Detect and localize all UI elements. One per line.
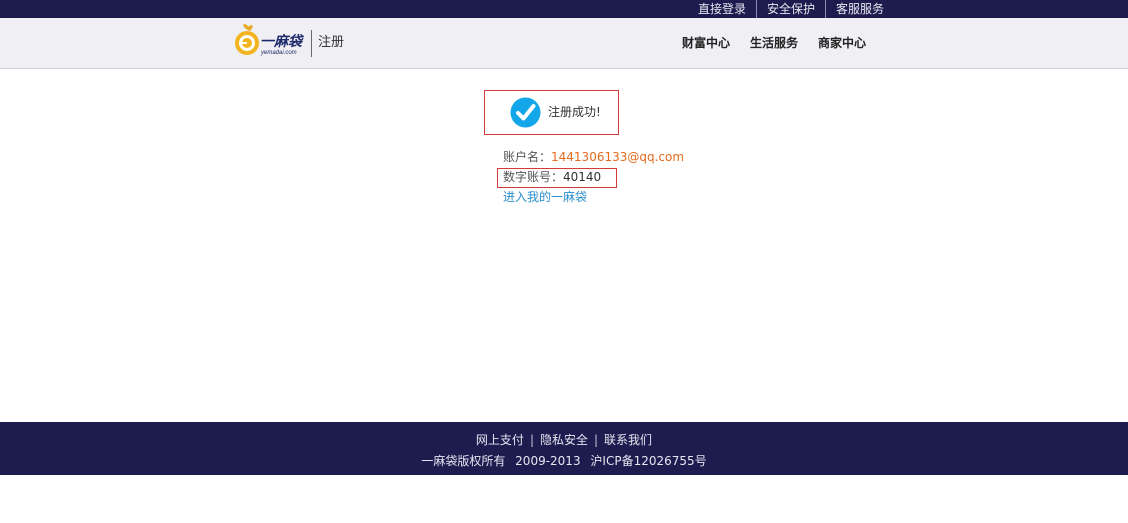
success-message-box: 注册成功! [484, 90, 619, 135]
check-circle-icon [510, 97, 541, 128]
nav-merchant-center[interactable]: 商家中心 [818, 35, 866, 51]
digital-account-value: 40140 [563, 170, 602, 184]
success-text: 注册成功! [548, 105, 601, 119]
direct-login-link[interactable]: 直接登录 [688, 0, 756, 18]
account-name-row: 账户名：1441306133@qq.com [503, 149, 684, 165]
logo-divider [311, 30, 312, 57]
top-links: 直接登录 安全保护 客服服务 [688, 0, 894, 18]
security-link[interactable]: 安全保护 [755, 0, 825, 18]
bag-logo-icon[interactable]: 一麻袋 yemadai.com [232, 23, 308, 61]
footer-links: 网上支付 | 隐私安全 | 联系我们 [0, 432, 1128, 448]
copyright-text: 一麻袋版权所有 [421, 454, 506, 468]
enter-my-account-link[interactable]: 进入我的一麻袋 [503, 190, 587, 204]
icp-number: 沪ICP备12026755号 [590, 454, 707, 468]
top-bar: 直接登录 安全保护 客服服务 [0, 0, 1128, 18]
digital-account-row: 数字账号：40140 [503, 169, 601, 185]
digital-account-label: 数字账号： [503, 170, 564, 184]
footer-online-payment-link[interactable]: 网上支付 [476, 433, 524, 447]
footer-separator: | [594, 433, 599, 447]
account-name-label: 账户名： [503, 150, 552, 164]
account-name-value: 1441306133@qq.com [551, 150, 685, 164]
header: 一麻袋 yemadai.com 注册 财富中心 生活服务 商家中心 [0, 18, 1128, 69]
page-label: 注册 [318, 35, 345, 50]
footer-separator: | [529, 433, 534, 447]
footer: 网上支付 | 隐私安全 | 联系我们 一麻袋版权所有 2009-2013 沪ICP备12… [0, 422, 1128, 475]
logo-domain: yemadai.com [260, 50, 297, 56]
copyright-years: 2009-2013 [515, 454, 581, 468]
main-nav: 财富中心 生活服务 商家中心 [682, 35, 886, 51]
footer-contact-link[interactable]: 联系我们 [604, 433, 652, 447]
nav-wealth-center[interactable]: 财富中心 [682, 35, 730, 51]
customer-service-link[interactable]: 客服服务 [824, 0, 894, 18]
footer-copyright: 一麻袋版权所有 2009-2013 沪ICP备12026755号 [0, 453, 1128, 469]
logo-wordmark: 一麻袋 [260, 33, 304, 49]
footer-privacy-link[interactable]: 隐私安全 [540, 433, 588, 447]
nav-life-services[interactable]: 生活服务 [750, 35, 798, 51]
enter-account-row: 进入我的一麻袋 [503, 189, 587, 205]
